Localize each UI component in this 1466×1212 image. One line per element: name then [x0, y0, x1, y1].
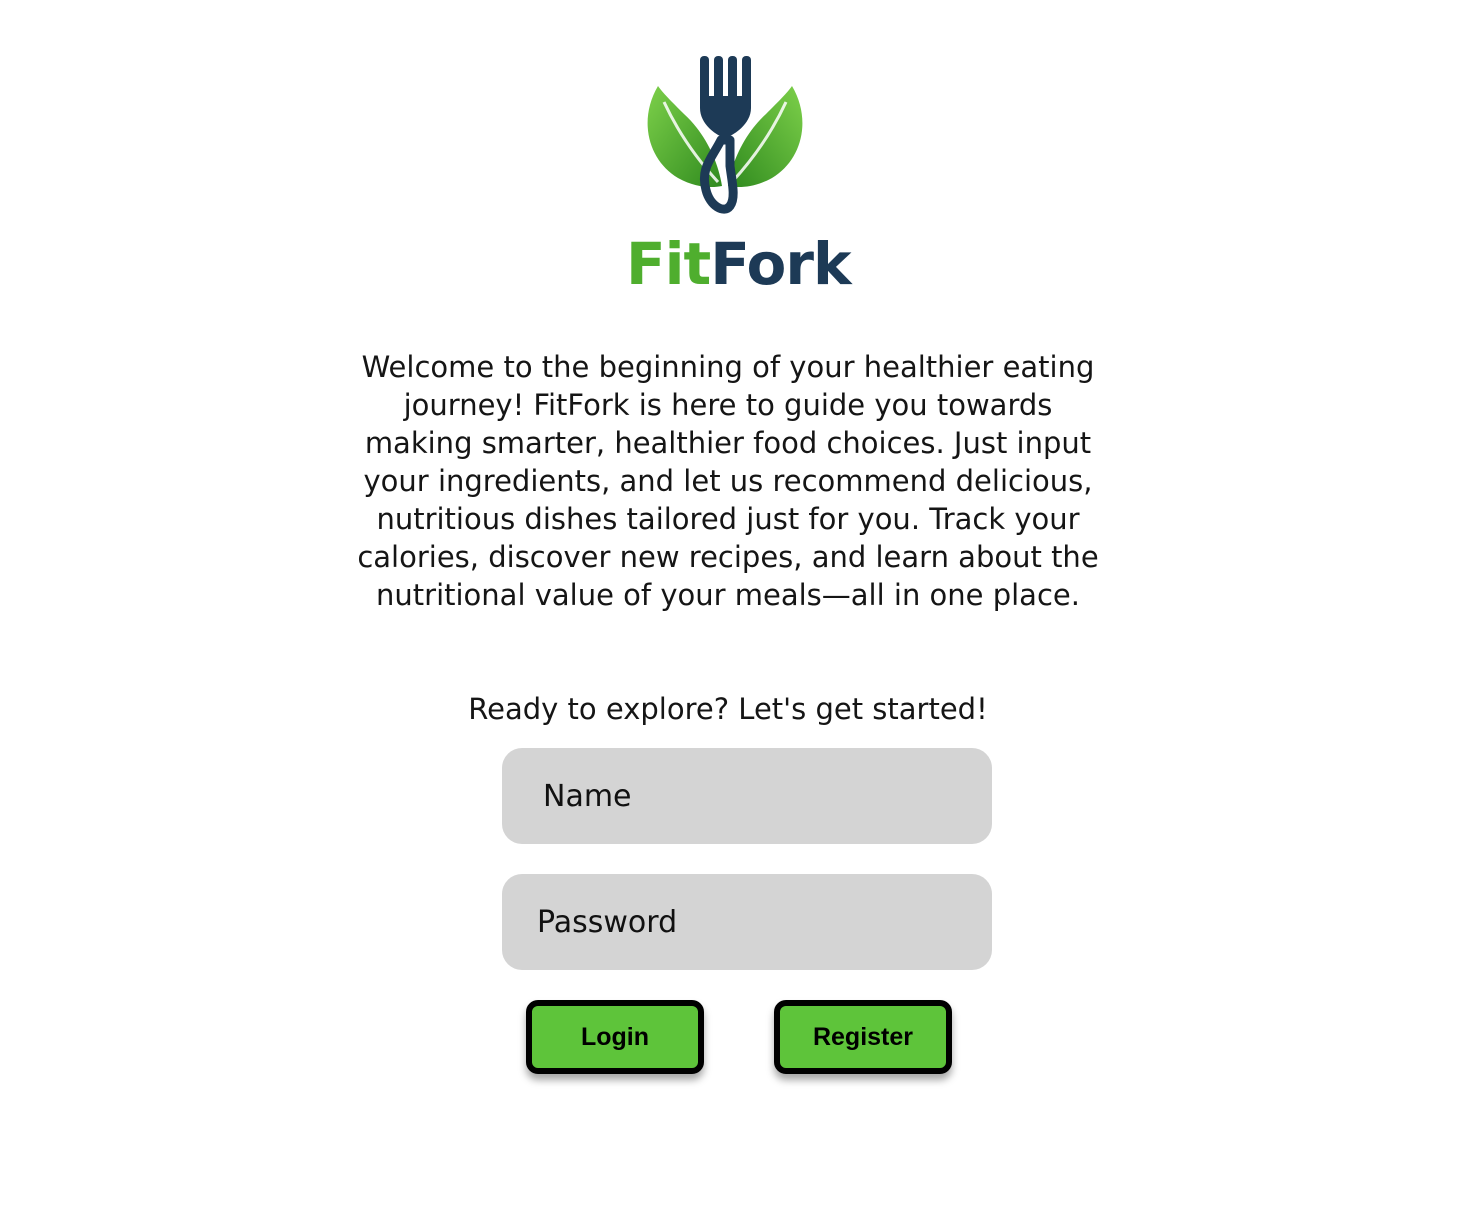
fitfork-logo: FitFork	[608, 40, 858, 302]
logo-wordmark-fit: Fit	[626, 230, 711, 298]
name-input[interactable]	[502, 748, 992, 844]
register-button[interactable]: Register	[774, 1000, 952, 1074]
svg-text:FitFork: FitFork	[626, 230, 853, 298]
login-button[interactable]: Login	[526, 1000, 704, 1074]
logo-wordmark-fork: Fork	[710, 230, 853, 298]
welcome-message: Welcome to the beginning of your healthi…	[357, 350, 1099, 612]
get-started-prompt: Ready to explore? Let's get started!	[468, 692, 988, 726]
password-input[interactable]	[502, 874, 992, 970]
